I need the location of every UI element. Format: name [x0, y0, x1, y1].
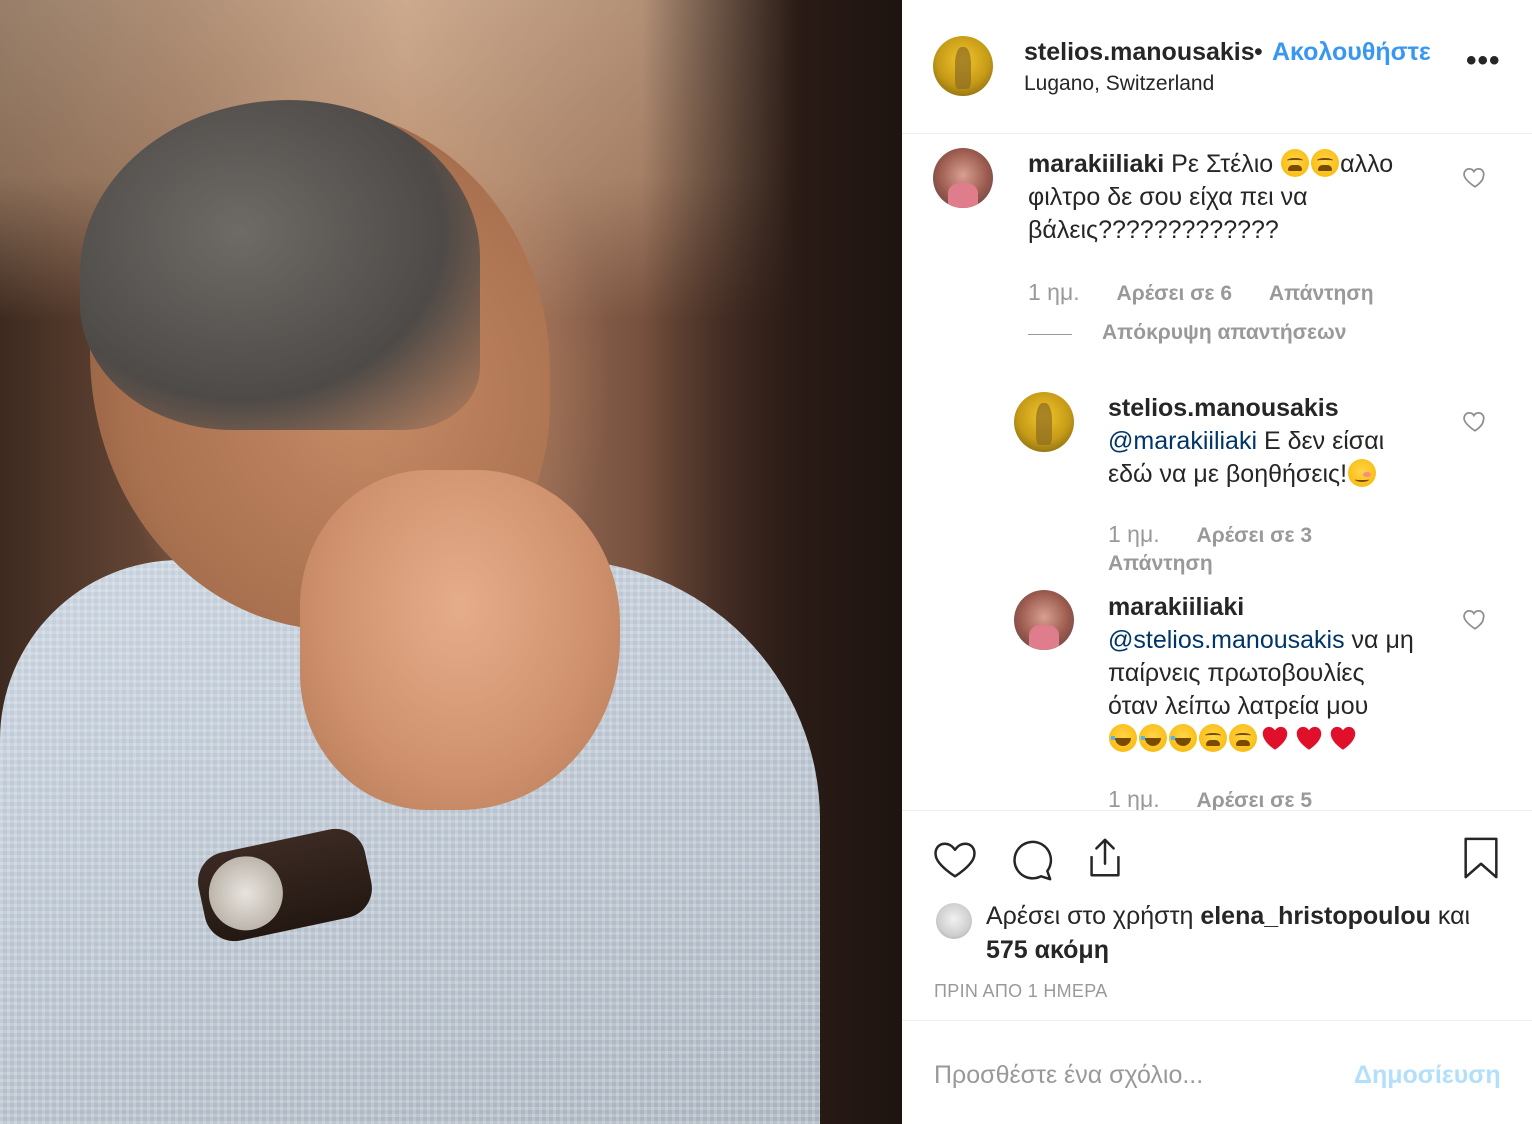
heart-icon[interactable]: [1462, 164, 1488, 190]
comment-meta: 1 ημ. Αρέσει σε 6 Απάντηση: [1028, 279, 1374, 306]
location-link[interactable]: Lugano, Switzerland: [1024, 72, 1214, 96]
laughing-emoji-icon: [1109, 724, 1143, 752]
tired-face-emoji-icon: [1199, 724, 1227, 752]
follow-button[interactable]: Ακολουθήστε: [1272, 38, 1431, 67]
comment-body: φιλτρο δε σου είχα πει να: [1028, 183, 1308, 211]
add-comment-bar: Δημοσίευση: [902, 1020, 1532, 1124]
post-actions: Αρέσει στο χρήστη elena_hristopoulou και…: [902, 810, 1532, 1020]
comment-input[interactable]: [934, 1055, 1334, 1095]
comments-list[interactable]: marakiiliaki Ρε Στέλιο αλλο φιλτρο δε σο…: [902, 134, 1532, 810]
photo-hands: [300, 470, 620, 810]
avatar[interactable]: [1014, 392, 1074, 452]
likes-count-button[interactable]: 575 ακόμη: [986, 936, 1109, 964]
avatar[interactable]: [936, 903, 972, 939]
heart-icon[interactable]: [932, 837, 978, 883]
laughing-emoji-icon: [1139, 724, 1173, 752]
comment-text: marakiiliaki @stelios.manousakis να μη π…: [1108, 591, 1448, 756]
red-heart-emoji-icon: [1262, 726, 1288, 750]
comment-meta: 1 ημ. Αρέσει σε 5: [1108, 786, 1312, 810]
comment-icon[interactable]: [1008, 837, 1054, 883]
comment-username[interactable]: marakiiliaki: [1028, 150, 1164, 178]
comment-likes[interactable]: Αρέσει σε 3: [1197, 524, 1312, 547]
avatar[interactable]: [933, 36, 993, 96]
likes-summary: Αρέσει στο χρήστη elena_hristopoulou και…: [936, 899, 1506, 967]
reply-button[interactable]: Απάντηση: [1108, 552, 1213, 575]
username-link[interactable]: stelios.manousakis: [1024, 38, 1255, 67]
woozy-face-emoji-icon: [1348, 459, 1377, 487]
avatar[interactable]: [933, 148, 993, 208]
avatar[interactable]: [1014, 590, 1074, 650]
mention-link[interactable]: @marakiiliaki: [1108, 427, 1257, 455]
post-photo[interactable]: [0, 0, 902, 1124]
tired-face-emoji-icon: [1311, 149, 1340, 177]
likes-suffix: και: [1437, 902, 1471, 930]
comment-body: Ε δεν είσαι: [1263, 427, 1385, 455]
post-sidebar: stelios.manousakis • Ακολουθήστε Lugano,…: [902, 0, 1532, 1124]
comment-text: stelios.manousakis @marakiiliaki Ε δεν ε…: [1108, 392, 1428, 491]
separator-dot: •: [1254, 38, 1263, 66]
comment-body: Ρε Στέλιο: [1171, 150, 1274, 178]
tired-face-emoji-icon: [1281, 149, 1310, 177]
comment-likes[interactable]: Αρέσει σε 6: [1117, 282, 1232, 305]
comment-time[interactable]: 1 ημ.: [1028, 279, 1080, 305]
comment-body: όταν λείπω λατρεία μου: [1108, 692, 1369, 720]
heart-icon[interactable]: [1462, 606, 1488, 632]
post-timestamp[interactable]: ΠΡΙΝ ΑΠΟ 1 ΗΜΕΡΑ: [934, 981, 1108, 1002]
tired-face-emoji-icon: [1229, 724, 1257, 752]
bookmark-icon[interactable]: [1458, 835, 1504, 881]
more-icon[interactable]: •••: [1466, 44, 1501, 78]
comment-text: marakiiliaki Ρε Στέλιο αλλο φιλτρο δε σο…: [1028, 148, 1428, 247]
liker-username[interactable]: elena_hristopoulou: [1200, 902, 1431, 930]
comment-time[interactable]: 1 ημ.: [1108, 521, 1160, 547]
mention-link[interactable]: @stelios.manousakis: [1108, 626, 1345, 654]
comment-body: αλλο: [1340, 150, 1394, 178]
post-comment-button[interactable]: Δημοσίευση: [1354, 1061, 1501, 1090]
red-heart-emoji-icon: [1330, 726, 1356, 750]
comment-username[interactable]: marakiiliaki: [1108, 593, 1244, 621]
comment-body: να μη: [1351, 626, 1414, 654]
comment-body: παίρνεις πρωτοβουλίες: [1108, 659, 1365, 687]
divider-line: [1028, 334, 1072, 335]
comment-username[interactable]: stelios.manousakis: [1108, 394, 1339, 422]
post-header: stelios.manousakis • Ακολουθήστε Lugano,…: [902, 0, 1532, 134]
heart-icon[interactable]: [1462, 408, 1488, 434]
red-heart-emoji-icon: [1296, 726, 1322, 750]
laughing-emoji-icon: [1169, 724, 1203, 752]
share-icon[interactable]: [1082, 835, 1128, 881]
hide-replies-button[interactable]: Απόκρυψη απαντήσεων: [1102, 321, 1346, 345]
comment-time[interactable]: 1 ημ.: [1108, 786, 1160, 810]
comment-body: βάλεις?????????????: [1028, 216, 1279, 244]
comment-meta: 1 ημ. Αρέσει σε 3 Απάντηση: [1108, 520, 1408, 578]
reply-button[interactable]: Απάντηση: [1269, 282, 1374, 305]
likes-prefix: Αρέσει στο χρήστη: [986, 902, 1194, 930]
comment-body: εδώ να με βοηθήσεις!: [1108, 460, 1348, 488]
comment-likes[interactable]: Αρέσει σε 5: [1197, 789, 1312, 810]
